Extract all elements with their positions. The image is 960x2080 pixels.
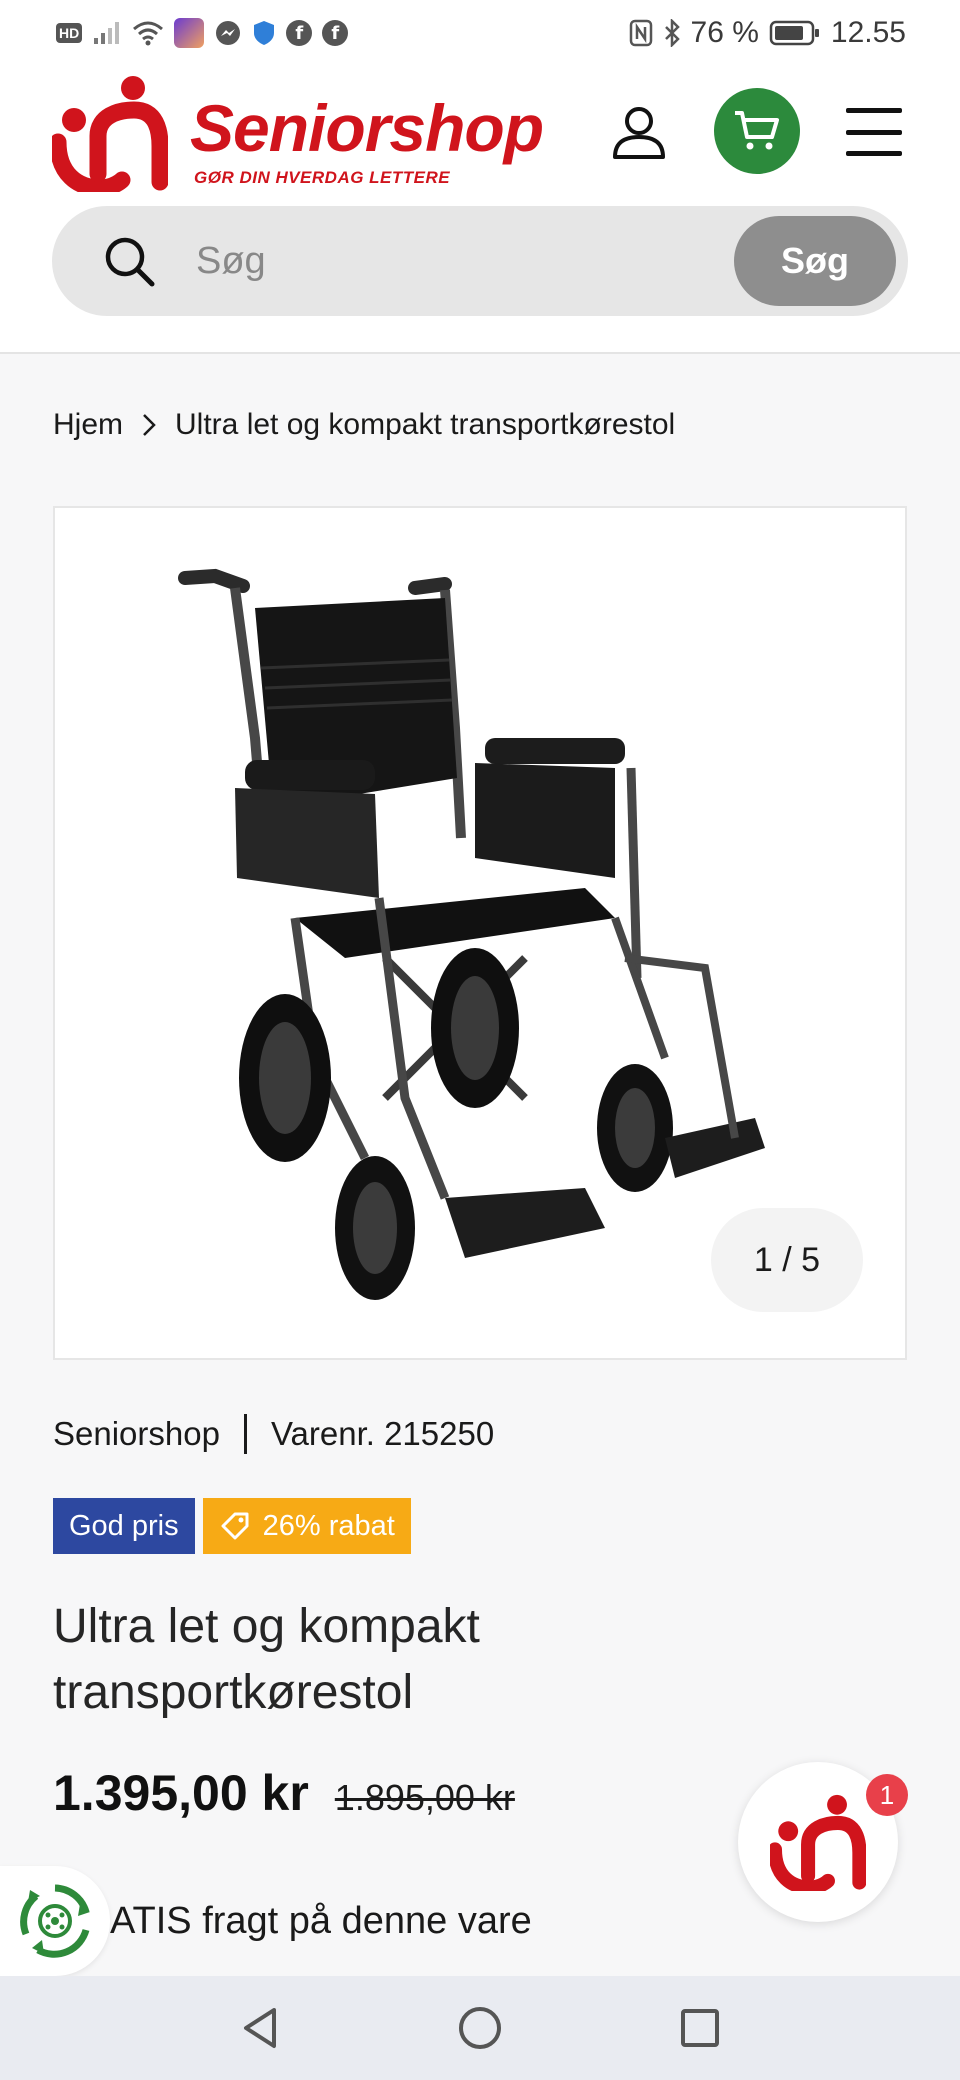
facebook-icon: f (322, 20, 349, 46)
logo-mark-icon (52, 76, 168, 192)
status-bar-left: HD f f (56, 18, 349, 48)
back-button[interactable] (230, 1998, 290, 2058)
brand-tagline: GØR DIN HVERDAG LETTERE (194, 168, 451, 187)
image-counter: 1 / 5 (711, 1208, 863, 1312)
site-header: Seniorshop GØR DIN HVERDAG LETTERE Søg (0, 66, 960, 354)
meta-divider (243, 1414, 247, 1454)
product-sku: Varenr. 215250 (270, 1415, 495, 1452)
battery-icon (769, 19, 821, 47)
search-button[interactable]: Søg (734, 216, 896, 306)
user-icon (613, 107, 665, 159)
chat-logo-icon (770, 1794, 866, 1891)
hd-indicator: HD (56, 23, 83, 43)
account-button[interactable] (606, 100, 672, 166)
recents-button[interactable] (670, 1998, 730, 2058)
cart-icon (735, 111, 779, 150)
status-bar-right: 76 % 12.55 (629, 16, 906, 50)
breadcrumb-home[interactable]: Hjem (53, 408, 123, 442)
system-nav-bar (0, 1976, 960, 2080)
recycle-icon (20, 1884, 90, 1958)
chevron-right-icon (137, 412, 161, 438)
menu-icon-bar (846, 108, 902, 113)
back-triangle-icon (244, 2008, 276, 2048)
shipping-widget[interactable] (0, 1866, 110, 1976)
clock: 12.55 (830, 16, 906, 49)
shipping-banner: ATIS fragt på denne vare (0, 1866, 720, 1976)
price-block: 1.395,00 kr 1.895,00 kr (53, 1764, 515, 1822)
chat-unread-badge: 1 (866, 1774, 908, 1816)
menu-icon-bar (846, 151, 902, 156)
search-bar: Søg (52, 206, 908, 316)
product-image-gallery[interactable]: 1 / 5 (53, 506, 907, 1360)
battery-percent: 76 % (690, 16, 759, 49)
facebook-icon: f (286, 20, 313, 46)
nfc-icon (629, 19, 653, 47)
cart-button[interactable] (714, 88, 800, 174)
app-notification-icon (174, 18, 205, 48)
product-brand[interactable]: Seniorshop (53, 1415, 220, 1453)
discount-label: 26% rabat (262, 1509, 395, 1542)
breadcrumb: Hjem Ultra let og kompakt transportkøres… (53, 408, 675, 442)
menu-icon-bar (846, 129, 902, 135)
brand-name: Seniorshop (190, 91, 544, 165)
original-price: 1.895,00 kr (334, 1777, 515, 1818)
discount-badge: 26% rabat (202, 1498, 411, 1554)
tag-icon (221, 1512, 249, 1540)
status-bar: HD f f 76 % 12.55 (0, 0, 960, 66)
signal-icon (92, 20, 122, 46)
search-icon (105, 237, 155, 287)
home-circle-icon (459, 2007, 501, 2049)
shipping-text: ATIS fragt på denne vare (110, 1899, 532, 1942)
product-badges: God pris 26% rabat (53, 1498, 411, 1554)
good-price-badge: God pris (53, 1498, 195, 1554)
search-input[interactable] (196, 226, 756, 296)
wheelchair-image (178, 568, 765, 1300)
product-title: Ultra let og kompakt transportkørestol (53, 1600, 480, 1719)
bluetooth-icon (663, 19, 681, 47)
wifi-icon (132, 20, 164, 46)
home-button[interactable] (450, 1998, 510, 2058)
seniorshop-logo[interactable]: Seniorshop GØR DIN HVERDAG LETTERE (52, 72, 592, 202)
shield-icon (252, 19, 276, 47)
breadcrumb-current: Ultra let og kompakt transportkørestol (175, 408, 676, 441)
menu-button[interactable] (846, 108, 902, 156)
current-price: 1.395,00 kr (53, 1765, 309, 1821)
messenger-icon (214, 19, 242, 47)
product-meta: Seniorshop Varenr. 215250 (53, 1414, 494, 1454)
recents-square-icon (681, 2009, 719, 2047)
